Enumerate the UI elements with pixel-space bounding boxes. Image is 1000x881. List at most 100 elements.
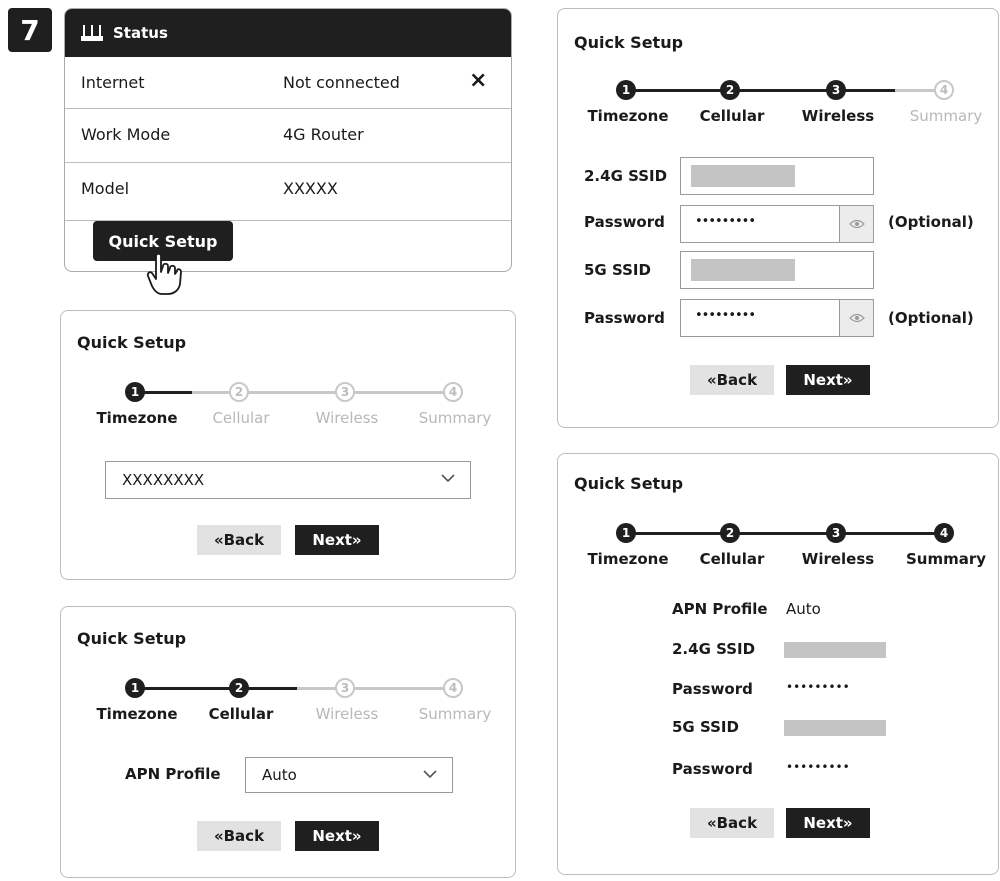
stepper-connector — [239, 391, 345, 394]
step-label-summary: Summary — [418, 705, 492, 723]
chevron-down-icon — [423, 770, 437, 779]
stepper-connector — [345, 391, 453, 394]
quick-setup-summary-panel: Quick Setup 1 Timezone 2 Cellular 3 Wireless 4… — [557, 453, 999, 875]
step-label-summary: Summary — [909, 107, 983, 125]
summary-value: ••••••••• — [786, 680, 850, 694]
stepper: 1 Timezone 2 Cellular 3 Wireless 4 Summary — [564, 522, 994, 582]
summary-label: 2.4G SSID — [672, 640, 756, 658]
next-button[interactable]: Next» — [786, 808, 870, 838]
next-button[interactable]: Next» — [295, 525, 379, 555]
status-label: Work Mode — [81, 125, 171, 144]
panel-title: Quick Setup — [574, 474, 684, 493]
step-dot-2: 2 — [720, 80, 740, 100]
timezone-select[interactable]: XXXXXXXX — [105, 461, 471, 499]
step-label-cellular: Cellular — [208, 705, 274, 723]
redacted-value — [784, 642, 886, 658]
status-panel: Status Internet Not connected × Work Mod… — [64, 8, 512, 272]
summary-value: ••••••••• — [786, 760, 850, 774]
optional-label: (Optional) — [888, 309, 974, 327]
status-label: Model — [81, 179, 130, 198]
step-label-timezone: Timezone — [587, 550, 669, 568]
router-icon — [81, 25, 103, 41]
password-label: Password — [584, 213, 665, 231]
password-mask: ••••••••• — [695, 308, 756, 323]
panel-title: Quick Setup — [77, 333, 187, 352]
back-button[interactable]: «Back — [690, 365, 774, 395]
step-dot-4: 4 — [443, 678, 463, 698]
summary-label: 5G SSID — [672, 718, 739, 736]
quick-setup-timezone-panel: Quick Setup 1 Timezone 2 Cellular 3 Wireless 4… — [60, 310, 516, 580]
status-value: XXXXX — [283, 179, 338, 198]
step-dot-3: 3 — [335, 382, 355, 402]
pointer-hand-icon — [146, 252, 182, 295]
status-row-internet: Internet Not connected × — [65, 57, 511, 109]
stepper-connector — [345, 687, 453, 690]
ssid-24g-input[interactable] — [680, 157, 874, 195]
step-label-cellular: Cellular — [699, 107, 765, 125]
status-row-model: Model XXXXX — [65, 163, 511, 221]
status-header: Status — [65, 9, 511, 57]
redacted-value — [691, 165, 795, 187]
step-dot-1: 1 — [125, 382, 145, 402]
summary-label: Password — [672, 760, 753, 778]
stepper: 1 Timezone 2 Cellular 3 Wireless 4 Summary — [73, 381, 503, 441]
eye-icon — [848, 219, 865, 229]
next-button[interactable]: Next» — [786, 365, 870, 395]
ssid-5g-input[interactable] — [680, 251, 874, 289]
step-label-timezone: Timezone — [96, 705, 178, 723]
step-label-wireless: Wireless — [801, 550, 875, 568]
step-dot-4: 4 — [443, 382, 463, 402]
status-row-work-mode: Work Mode 4G Router — [65, 109, 511, 163]
next-button[interactable]: Next» — [295, 821, 379, 851]
chevron-down-icon — [441, 474, 455, 483]
eye-icon — [848, 313, 865, 323]
close-icon: × — [469, 68, 488, 93]
stepper-connector — [836, 532, 944, 535]
status-title: Status — [113, 24, 168, 42]
summary-label: Password — [672, 680, 753, 698]
step-dot-4: 4 — [934, 80, 954, 100]
summary-label: APN Profile — [672, 600, 768, 618]
step-dot-1: 1 — [125, 678, 145, 698]
stepper-connector — [730, 532, 836, 535]
quick-setup-wireless-panel: Quick Setup 1 Timezone 2 Cellular 3 Wireless 4… — [557, 8, 999, 428]
back-button[interactable]: «Back — [690, 808, 774, 838]
ssid-5g-label: 5G SSID — [584, 261, 651, 279]
apn-profile-label: APN Profile — [125, 765, 221, 783]
password-5g-input[interactable]: ••••••••• — [680, 299, 874, 337]
step-dot-3: 3 — [826, 80, 846, 100]
select-value: XXXXXXXX — [122, 471, 205, 489]
stepper-connector — [626, 89, 730, 92]
step-dot-3: 3 — [335, 678, 355, 698]
redacted-value — [784, 720, 886, 736]
back-button[interactable]: «Back — [197, 525, 281, 555]
optional-label: (Optional) — [888, 213, 974, 231]
step-dot-1: 1 — [616, 523, 636, 543]
select-value: Auto — [262, 766, 297, 784]
step-dot-2: 2 — [720, 523, 740, 543]
stepper-connector — [135, 687, 239, 690]
step-label-summary: Summary — [418, 409, 492, 427]
stepper-connector — [730, 89, 836, 92]
show-password-toggle[interactable] — [839, 206, 873, 242]
apn-profile-select[interactable]: Auto — [245, 757, 453, 793]
stepper: 1 Timezone 2 Cellular 3 Wireless 4 Summary — [73, 677, 503, 737]
stepper-connector — [626, 532, 730, 535]
status-value: 4G Router — [283, 125, 364, 144]
password-24g-input[interactable]: ••••••••• — [680, 205, 874, 243]
step-label-wireless: Wireless — [315, 705, 379, 723]
status-value: Not connected — [283, 73, 400, 92]
status-label: Internet — [81, 73, 145, 92]
step-dot-3: 3 — [826, 523, 846, 543]
step-label-cellular: Cellular — [212, 409, 270, 427]
summary-value: Auto — [786, 600, 821, 618]
step-dot-4: 4 — [934, 523, 954, 543]
show-password-toggle[interactable] — [839, 300, 873, 336]
back-button[interactable]: «Back — [197, 821, 281, 851]
step-label-timezone: Timezone — [96, 409, 178, 427]
quick-setup-cellular-panel: Quick Setup 1 Timezone 2 Cellular 3 Wireless 4… — [60, 606, 516, 878]
step-label-wireless: Wireless — [315, 409, 379, 427]
redacted-value — [691, 259, 795, 281]
step-label-cellular: Cellular — [699, 550, 765, 568]
step-dot-2: 2 — [229, 382, 249, 402]
